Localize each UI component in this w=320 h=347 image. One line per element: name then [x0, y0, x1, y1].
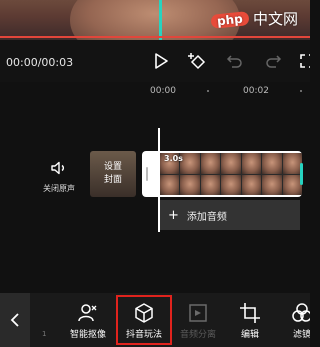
clip-frame	[241, 174, 262, 195]
menu-item-smart-cutout[interactable]: 智能抠像	[60, 293, 116, 347]
clip-frame	[200, 153, 221, 174]
fullscreen-button[interactable]	[296, 50, 310, 72]
clip-frame	[241, 153, 262, 174]
filter-icon	[292, 303, 310, 322]
watermark-text: 中文网	[252, 10, 298, 28]
crop-icon	[240, 303, 260, 323]
menu-item-audio-split[interactable]: 音频分离	[170, 293, 226, 347]
time-ruler[interactable]: 00:00 00:02	[0, 82, 310, 100]
preview-playhead	[159, 0, 162, 40]
ruler-mark: 00:02	[243, 86, 269, 96]
timeline-playhead[interactable]	[158, 128, 160, 232]
clip-frame	[180, 153, 200, 174]
clip-frame	[221, 174, 241, 195]
video-preview[interactable]: php 中文网	[0, 0, 310, 50]
video-clip[interactable]: 3.0s	[142, 151, 302, 197]
preview-progress-line	[0, 36, 310, 38]
menu-item-edit[interactable]: 编辑	[222, 293, 278, 347]
clip-frame	[160, 174, 180, 195]
menu-item-label: 滤镜	[292, 330, 310, 340]
clip-frame	[200, 174, 221, 195]
watermark-logo: php	[210, 11, 250, 29]
clip-right-handle[interactable]	[300, 163, 303, 185]
menu-item-filter[interactable]: 滤镜	[274, 293, 310, 347]
mute-original-audio-button[interactable]: 关闭原声	[34, 160, 84, 194]
chevron-left-icon	[10, 313, 19, 327]
clip-frame	[180, 174, 200, 195]
ruler-dot	[207, 90, 209, 92]
playback-toolbar: 00:00/00:03	[0, 40, 310, 82]
menu-item-label: 编辑	[240, 330, 259, 340]
plus-icon: +	[168, 207, 179, 223]
clip-left-handle[interactable]	[146, 167, 148, 181]
add-audio-label: 添加音频	[186, 211, 227, 223]
clip-frame	[221, 153, 241, 174]
clip-frame	[262, 153, 282, 174]
keyframe-add-icon	[188, 53, 206, 70]
add-audio-button[interactable]: + 添加音频	[160, 200, 300, 230]
selection-highlight	[116, 295, 172, 345]
undo-icon	[226, 55, 242, 68]
set-cover-button[interactable]: 设置 封面	[90, 151, 136, 197]
play-button[interactable]	[150, 50, 172, 72]
redo-button[interactable]	[262, 50, 284, 72]
tiny-indicator: 1	[42, 330, 47, 338]
clip-duration: 3.0s	[164, 154, 183, 163]
clip-frame	[262, 174, 282, 195]
watermark: php 中文网	[210, 8, 298, 29]
audio-split-icon	[189, 304, 207, 322]
cover-label-line2: 封面	[103, 175, 122, 185]
menu-item-label: 音频分离	[179, 330, 216, 340]
editor-screen: php 中文网 00:00/00:03 00:00 00:02 关闭原声 设置 …	[0, 0, 310, 347]
mute-label: 关闭原声	[43, 184, 75, 193]
redo-icon	[266, 55, 282, 68]
undo-button[interactable]	[224, 50, 246, 72]
ruler-dot	[300, 90, 302, 92]
back-button[interactable]	[0, 293, 30, 347]
time-readout: 00:00/00:03	[6, 56, 74, 69]
person-cutout-icon	[78, 304, 97, 322]
play-icon	[155, 53, 168, 69]
ruler-mark: 00:00	[150, 86, 176, 96]
keyframe-button[interactable]	[186, 50, 208, 72]
speaker-icon	[51, 161, 64, 175]
menu-item-label: 智能抠像	[69, 330, 106, 340]
fullscreen-icon	[300, 54, 310, 68]
cover-label-line1: 设置	[103, 162, 122, 172]
